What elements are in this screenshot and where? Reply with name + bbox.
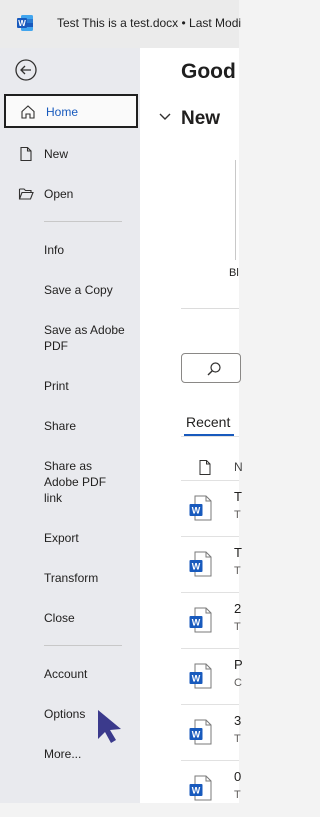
search-input[interactable]	[181, 353, 241, 383]
file-name: 2	[234, 601, 242, 616]
word-document-icon: W	[189, 663, 212, 689]
word-logo-icon: W	[17, 15, 33, 31]
list-item[interactable]: W 0 T	[181, 760, 242, 817]
sidebar-item-label: Close	[44, 611, 75, 625]
sidebar-item-info[interactable]: Info	[4, 242, 138, 258]
sidebar-item-account[interactable]: Account	[4, 666, 138, 682]
sidebar-item-close[interactable]: Close	[4, 610, 138, 626]
sidebar-item-label: Info	[44, 243, 65, 257]
word-document-icon: W	[189, 607, 212, 633]
sidebar-item-label: Transform	[44, 571, 99, 585]
template-thumbnail-edge[interactable]	[235, 160, 236, 260]
sidebar-item-new[interactable]: New	[4, 146, 138, 162]
list-item[interactable]: W PC	[181, 648, 243, 705]
word-document-icon: W	[189, 719, 212, 745]
file-location: T	[234, 565, 241, 577]
file-type-icon	[199, 460, 211, 475]
tab-rule	[181, 436, 239, 437]
sidebar-item-export[interactable]: Export	[4, 530, 138, 546]
sidebar-item-save-copy[interactable]: Save a Copy	[4, 282, 138, 298]
file-name: 0	[234, 769, 242, 784]
svg-text:W: W	[192, 506, 201, 516]
sidebar-item-label: Account	[44, 667, 88, 681]
mouse-cursor-icon	[98, 710, 121, 743]
file-location: C	[234, 677, 242, 689]
file-name: P	[234, 657, 243, 672]
sidebar-item-share[interactable]: Share	[4, 418, 138, 434]
title-bar: W Test This is a test.docx • Last Modi	[0, 0, 242, 48]
template-label: Bl	[229, 267, 239, 279]
sidebar-item-label: Save a Copy	[44, 283, 113, 297]
file-location: T	[234, 789, 241, 801]
sidebar-item-save-as-pdf[interactable]: Save as Adobe PDF	[4, 322, 138, 354]
column-header-name[interactable]: N	[234, 460, 243, 474]
document-title: Test This is a test.docx • Last Modi	[57, 16, 242, 30]
sidebar-item-open[interactable]: Open	[4, 186, 138, 202]
svg-text:W: W	[192, 674, 201, 684]
sidebar-item-label: Home	[46, 105, 79, 119]
sidebar-item-more[interactable]: More...	[4, 746, 138, 762]
file-location: T	[234, 621, 241, 633]
sidebar-item-label: Share	[44, 419, 77, 433]
tab-recent[interactable]: Recent	[186, 414, 230, 430]
new-document-icon	[20, 146, 32, 162]
backstage-main: Good New Bl Recent N WTTWTTW2TWPCW3TW0T	[140, 48, 243, 803]
home-icon	[21, 105, 35, 119]
sidebar-item-print[interactable]: Print	[4, 378, 138, 394]
word-document-icon: W	[189, 495, 212, 521]
file-name: T	[234, 545, 242, 560]
svg-text:W: W	[192, 562, 201, 572]
new-section-heading: New	[181, 108, 221, 129]
back-arrow-icon[interactable]	[15, 59, 37, 81]
file-location: T	[234, 509, 241, 521]
sidebar-item-label: Export	[44, 531, 79, 545]
list-item[interactable]: W 2 T	[181, 592, 242, 649]
sidebar-divider	[44, 645, 122, 646]
sidebar-item-label: Print	[44, 379, 69, 393]
file-name: 3	[234, 713, 242, 728]
sidebar-item-label: Options	[44, 707, 86, 721]
greeting-heading: Good	[181, 60, 236, 83]
section-divider	[181, 308, 239, 309]
sidebar-item-label: Save as Adobe PDF	[44, 323, 125, 353]
svg-text:W: W	[192, 730, 201, 740]
chevron-down-icon[interactable]	[158, 112, 172, 122]
sidebar-item-label: New	[44, 147, 69, 161]
folder-open-icon	[18, 188, 34, 200]
list-item[interactable]: W TT	[181, 536, 242, 593]
svg-text:W: W	[18, 19, 26, 28]
sidebar-item-share-pdf-link[interactable]: Share as Adobe PDF link	[4, 458, 138, 506]
word-document-icon: W	[189, 775, 212, 801]
list-item[interactable]: W 3 T	[181, 704, 242, 761]
sidebar-divider	[44, 221, 122, 222]
backstage-sidebar: Home New Open Info Save a Copy Save as A…	[0, 48, 140, 803]
svg-text:W: W	[192, 618, 201, 628]
list-item[interactable]: W TT	[181, 480, 242, 537]
sidebar-item-home[interactable]: Home	[4, 94, 138, 128]
sidebar-item-label: More...	[44, 747, 82, 761]
sidebar-item-label: Share as Adobe PDF link	[44, 459, 107, 505]
word-document-icon: W	[189, 551, 212, 577]
file-location: T	[234, 733, 241, 745]
file-name: T	[234, 489, 242, 504]
svg-text:W: W	[192, 786, 201, 796]
sidebar-item-label: Open	[44, 187, 74, 201]
search-icon	[207, 362, 221, 376]
sidebar-item-transform[interactable]: Transform	[4, 570, 138, 586]
